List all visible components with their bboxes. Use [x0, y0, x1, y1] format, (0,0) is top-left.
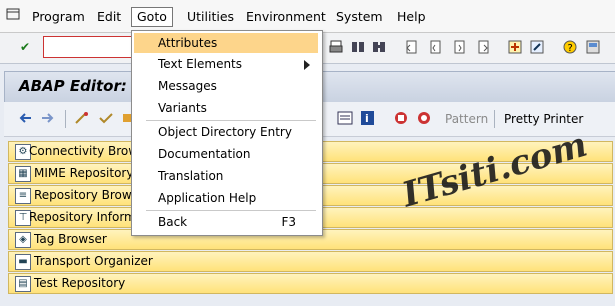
last-page-icon[interactable] — [476, 40, 490, 54]
set-breakpoint-icon[interactable] — [394, 111, 410, 125]
mime-icon: ▦ — [15, 166, 31, 182]
tag-browser-icon: ◈ — [15, 232, 31, 248]
menu-separator — [146, 210, 316, 211]
info-icon[interactable]: i — [360, 111, 376, 125]
menu-item-label: Documentation — [158, 147, 251, 161]
menu-item-translation[interactable]: Translation — [134, 166, 318, 186]
shortcut-icon[interactable] — [530, 40, 544, 54]
find-icon[interactable] — [351, 40, 365, 54]
create-session-icon[interactable] — [508, 40, 522, 54]
forward-arrow-icon[interactable] — [40, 111, 56, 125]
find-next-icon[interactable] — [372, 40, 386, 54]
transport-truck-icon: ▬ — [15, 254, 31, 270]
menu-item-messages[interactable]: Messages — [134, 76, 318, 96]
menu-item-documentation[interactable]: Documentation — [134, 144, 318, 164]
check-icon[interactable] — [98, 111, 114, 125]
display-change-icon[interactable] — [74, 111, 90, 125]
menu-item-label: Attributes — [158, 36, 218, 50]
pretty-printer-button[interactable]: Pretty Printer — [504, 112, 583, 126]
print-icon[interactable] — [329, 40, 343, 54]
tool-row-label: MIME Repository — [34, 166, 134, 180]
menu-item-attributes[interactable]: Attributes — [134, 33, 318, 53]
menu-utilities[interactable]: Utilities — [183, 9, 238, 25]
menu-item-shortcut: F3 — [281, 215, 296, 229]
menu-goto[interactable]: Goto — [131, 7, 173, 27]
menu-item-label: Object Directory Entry — [158, 125, 292, 139]
menu-system[interactable]: System — [332, 9, 387, 25]
menu-item-text-elements[interactable]: Text Elements — [134, 54, 318, 74]
menu-environment[interactable]: Environment — [242, 9, 330, 25]
back-arrow-icon[interactable] — [17, 111, 33, 125]
toolbar-separator — [65, 110, 66, 128]
command-field[interactable] — [43, 36, 133, 58]
tool-row-label: Tag Browser — [34, 232, 107, 246]
svg-text:?: ? — [568, 43, 573, 54]
menu-item-label: Application Help — [158, 191, 257, 205]
menu-item-label: Back — [158, 215, 188, 229]
customize-layout-icon[interactable] — [586, 40, 600, 54]
menu-item-label: Text Elements — [158, 57, 243, 71]
repository-browser-icon: ≡ — [15, 188, 31, 204]
display-object-list-icon[interactable] — [337, 111, 353, 125]
enter-check-icon[interactable]: ✔ — [18, 40, 32, 54]
tool-row-transport-organizer[interactable]: ▬ Transport Organizer — [8, 251, 613, 272]
menu-item-label: Variants — [158, 101, 207, 115]
next-page-icon[interactable] — [452, 40, 466, 54]
menu-item-back[interactable]: Back F3 — [134, 212, 318, 232]
menu-item-application-help[interactable]: Application Help — [134, 188, 318, 208]
menu-item-variants[interactable]: Variants — [134, 98, 318, 118]
previous-page-icon[interactable] — [428, 40, 442, 54]
external-breakpoint-icon[interactable] — [417, 111, 433, 125]
goto-dropdown-menu: Attributes Text Elements Messages Varian… — [131, 30, 323, 236]
first-page-icon[interactable] — [404, 40, 418, 54]
tool-row-label: Test Repository — [34, 276, 126, 290]
menu-program[interactable]: Program — [28, 9, 89, 25]
menu-bar: Program Edit Goto Utilities Environment … — [0, 0, 615, 33]
tool-row-test-repository[interactable]: ▤ Test Repository — [8, 273, 613, 294]
help-icon[interactable]: ? — [563, 40, 577, 54]
submenu-arrow-icon — [304, 60, 310, 70]
menu-separator — [146, 120, 316, 121]
menu-item-label: Translation — [158, 169, 224, 183]
toolbar-separator — [494, 110, 495, 128]
tool-row-label: Transport Organizer — [34, 254, 153, 268]
menu-edit[interactable]: Edit — [93, 9, 125, 25]
pattern-button[interactable]: Pattern — [445, 112, 488, 126]
system-menu-icon[interactable] — [6, 8, 20, 20]
test-repository-icon: ▤ — [15, 276, 31, 292]
menu-item-label: Messages — [158, 79, 217, 93]
menu-help[interactable]: Help — [393, 9, 430, 25]
menu-item-object-directory-entry[interactable]: Object Directory Entry — [134, 122, 318, 142]
svg-text:i: i — [365, 112, 369, 125]
screen-title: ABAP Editor: — [19, 77, 127, 95]
